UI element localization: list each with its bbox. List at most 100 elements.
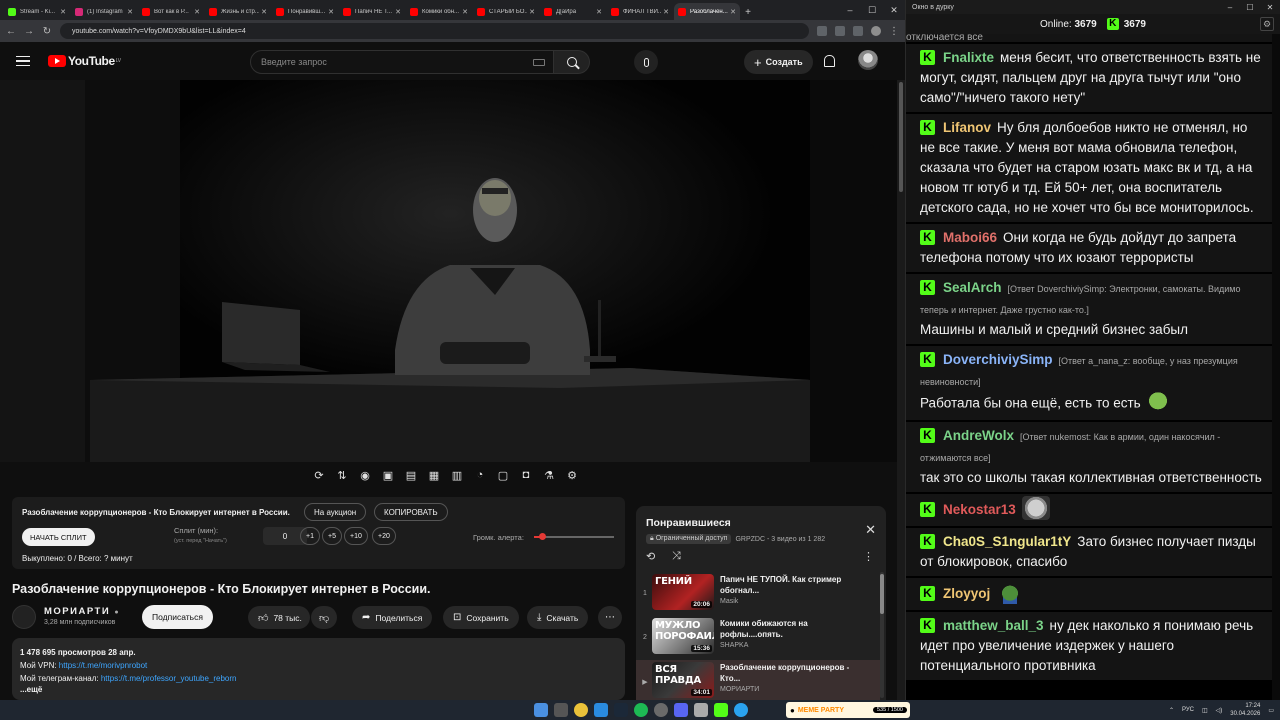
browser-tab[interactable]: (1) Instagram ✕ — [71, 3, 137, 20]
youtube-logo[interactable]: YouTube LV — [48, 54, 121, 68]
browser-tab[interactable]: Папич НЕ Т... ✕ — [339, 3, 405, 20]
loop-playlist-icon[interactable]: ⟲ — [646, 550, 655, 563]
kick-app-icon[interactable] — [714, 703, 728, 717]
extension-icon[interactable] — [835, 26, 845, 36]
keyboard-icon[interactable] — [533, 58, 545, 66]
like-button[interactable]: 👍︎ 78 тыс. — [248, 606, 310, 629]
chat-username[interactable]: Maboi66 — [943, 230, 997, 245]
volume-icon[interactable]: ◁) — [1216, 707, 1223, 714]
minimize-icon[interactable]: – — [839, 5, 861, 15]
chrome-icon[interactable] — [574, 703, 588, 717]
tab-close-icon[interactable]: ✕ — [596, 8, 602, 16]
tab-close-icon[interactable]: ✕ — [261, 8, 267, 16]
loop-icon[interactable]: ⟳ — [310, 466, 328, 484]
playlist-thumbnail[interactable]: МУЖЛО ПОРОФАИЛА 15:36 — [652, 618, 714, 654]
maximize-icon[interactable]: ☐ — [861, 5, 883, 16]
browser-tab[interactable]: Д[аЙра ✕ — [540, 3, 606, 20]
playlist-title[interactable]: Понравившиеся — [646, 517, 731, 529]
search-taskbar-icon[interactable] — [554, 703, 568, 717]
playlist-item[interactable]: 1 ГЕНИЙ 20:06 Папич НЕ ТУПОЙ. Как стример о… — [636, 572, 880, 616]
profile-icon[interactable] — [871, 26, 881, 36]
obs-icon[interactable] — [654, 703, 668, 717]
browser-tab[interactable]: Комики обн... ✕ — [406, 3, 472, 20]
more-actions-button[interactable]: ⋯ — [598, 606, 622, 629]
maximize-icon[interactable]: ☐ — [1240, 3, 1260, 12]
tray-chevron-icon[interactable]: ⌃ — [1169, 707, 1174, 714]
shuffle-icon[interactable]: ⤨ — [672, 550, 681, 563]
page-scrollbar[interactable] — [897, 80, 905, 700]
extension-icon[interactable] — [817, 26, 827, 36]
forward-icon[interactable]: → — [24, 26, 34, 37]
chat-username[interactable]: Lifanov — [943, 120, 991, 135]
add-20-button[interactable]: +20 — [372, 527, 396, 545]
add-1-button[interactable]: +1 — [300, 527, 320, 545]
frame-icon[interactable]: ▦ — [425, 466, 443, 484]
close-window-icon[interactable]: ✕ — [883, 5, 905, 16]
scrollbar-thumb[interactable] — [899, 82, 903, 192]
download-button[interactable]: ⤓ Скачать — [527, 606, 589, 629]
voice-search-button[interactable] — [634, 50, 658, 74]
chat-username[interactable]: matthew_ball_3 — [943, 618, 1044, 633]
discord-icon[interactable] — [674, 703, 688, 717]
tab-close-icon[interactable]: ✕ — [328, 8, 334, 16]
slider-knob[interactable] — [539, 533, 546, 540]
chat-username[interactable]: Fnalixte — [943, 50, 994, 65]
channel-avatar[interactable] — [12, 605, 36, 629]
browser-tab[interactable]: Вот как в Р... ✕ — [138, 3, 204, 20]
search-button[interactable] — [554, 50, 590, 74]
more-menu-icon[interactable]: ⋮ — [889, 26, 899, 37]
settings-gear-icon[interactable]: ⚙ — [1260, 17, 1274, 31]
tab-close-icon[interactable]: ✕ — [462, 8, 468, 16]
chat-username[interactable]: Zloyyoj — [943, 586, 990, 601]
meme-party-widget[interactable]: ● MEME PARTY 535 / 1500 — [786, 702, 910, 718]
browser-tab[interactable]: СТАРЫЙ БО... ✕ — [473, 3, 539, 20]
browser-tab[interactable]: Понравивш... ✕ — [272, 3, 338, 20]
tab-close-icon[interactable]: ✕ — [60, 8, 66, 16]
channel-name[interactable]: МОРИАРТИ ● — [44, 606, 120, 617]
reload-icon[interactable]: ↻ — [42, 26, 52, 37]
picture-in-picture-icon[interactable]: ▢ — [494, 466, 512, 484]
audio-icon[interactable]: ◉ — [356, 466, 374, 484]
alert-volume-slider[interactable] — [534, 533, 614, 540]
sort-icon[interactable]: ⇅ — [333, 466, 351, 484]
notification-icon[interactable]: ▭ — [1268, 707, 1274, 714]
tab-close-icon[interactable]: ✕ — [395, 8, 401, 16]
network-icon[interactable]: ◫ — [1202, 707, 1208, 714]
close-window-icon[interactable]: ✕ — [1260, 3, 1280, 12]
add-10-button[interactable]: +10 — [344, 527, 368, 545]
flask-icon[interactable]: ⚗ — [540, 466, 558, 484]
playlist-scrollbar[interactable] — [880, 572, 884, 698]
vpn-link[interactable]: https://t.me/morivpnrobot — [59, 661, 147, 670]
chat-username[interactable]: DoverchiviySimp — [943, 352, 1053, 367]
extension-icon[interactable] — [853, 26, 863, 36]
back-icon[interactable]: ← — [6, 26, 16, 37]
description-box[interactable]: 1 478 695 просмотров 28 апр. Мой VPN: ht… — [12, 638, 625, 700]
browser-tab[interactable]: ФИНАЛ ТВИ... ✕ — [607, 3, 673, 20]
video-player[interactable] — [0, 80, 897, 462]
screen-icon[interactable]: ▣ — [379, 466, 397, 484]
add-5-button[interactable]: +5 — [322, 527, 342, 545]
telegram-link[interactable]: https://t.me/professor_youtube_reborn — [101, 674, 237, 683]
language-indicator[interactable]: РУС — [1182, 707, 1194, 713]
browser-tab[interactable]: Разоблачен... ✕ — [674, 3, 740, 20]
chat-scrollbar[interactable] — [1272, 34, 1280, 700]
playlist-scroll-thumb[interactable] — [880, 574, 884, 614]
film-icon[interactable]: ▤ — [402, 466, 420, 484]
search-input[interactable]: Введите запрос — [250, 50, 554, 74]
start-split-button[interactable]: НАЧАТЬ СПЛИТ — [22, 528, 95, 546]
tab-close-icon[interactable]: ✕ — [127, 8, 133, 16]
new-tab-icon[interactable]: + — [741, 7, 755, 18]
dislike-button[interactable]: 👎︎ — [311, 606, 338, 629]
subscribe-button[interactable]: Подписаться — [142, 605, 213, 629]
tab-close-icon[interactable]: ✕ — [194, 8, 200, 16]
on-auction-button[interactable]: На аукцион — [304, 503, 367, 521]
telegram-icon[interactable] — [734, 703, 748, 717]
playlist-thumbnail[interactable]: ВСЯ ПРАВДА 34:01 — [652, 662, 714, 698]
tab-close-icon[interactable]: ✕ — [663, 8, 669, 16]
chat-username[interactable]: SealArch — [943, 280, 1002, 295]
notifications-bell-icon[interactable] — [824, 55, 835, 67]
chat-username[interactable]: Nekostar13 — [943, 502, 1016, 517]
hamburger-icon[interactable] — [16, 55, 30, 67]
copy-button[interactable]: КОПИРОВАТЬ — [374, 503, 448, 521]
save-button[interactable]: ⊡ Сохранить — [443, 606, 519, 629]
